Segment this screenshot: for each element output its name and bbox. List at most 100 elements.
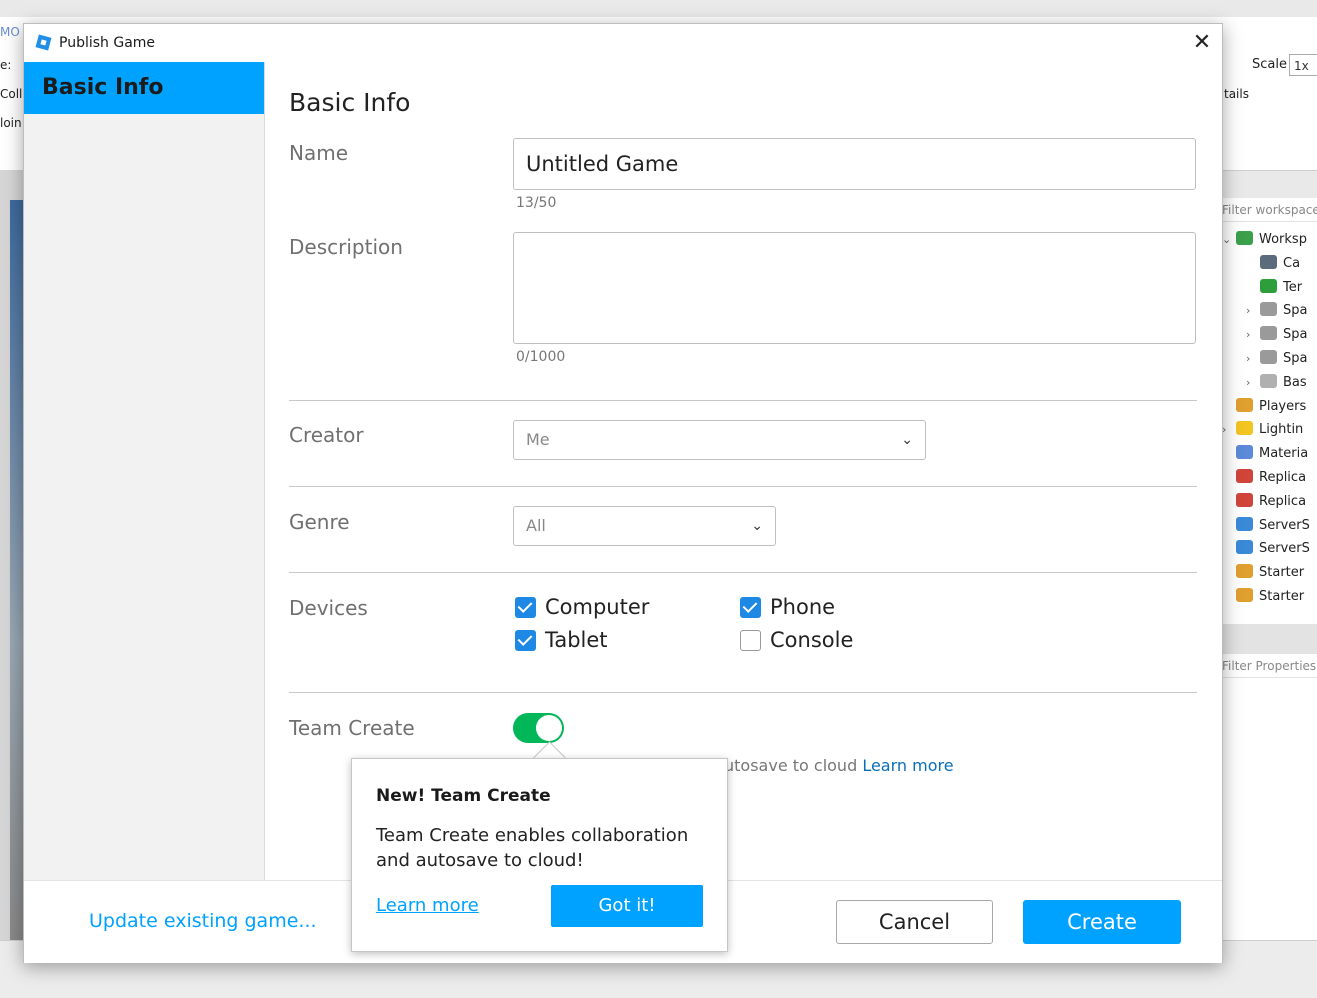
update-existing-game-link[interactable]: Update existing game... (89, 910, 317, 932)
studio-left-snippet: MO (0, 25, 20, 39)
chevron-down-icon: ⌄ (751, 518, 763, 534)
chevron-icon[interactable]: ⌄ (1222, 228, 1236, 251)
properties-header (1218, 624, 1317, 654)
checkbox[interactable] (740, 630, 761, 651)
explorer-item-label: Spa (1283, 303, 1308, 319)
name-label: Name (289, 141, 349, 165)
device-checkbox-computer[interactable]: Computer (515, 595, 715, 623)
close-icon[interactable]: ✕ (1189, 31, 1215, 57)
explorer-item-label: Replica (1259, 493, 1307, 509)
cancel-button[interactable]: Cancel (836, 900, 993, 944)
create-button[interactable]: Create (1023, 900, 1181, 944)
studio-left-snippet: e: (0, 58, 12, 72)
explorer-item-label: Spa (1283, 351, 1308, 366)
instance-icon (1236, 564, 1253, 579)
explorer-panel: ⌄ Worksp Ca Ter › Spa › Spa › Spa › Bas Players › Ligh… (1218, 198, 1317, 624)
chevron-icon[interactable]: › (1222, 418, 1236, 441)
toggle-knob (536, 715, 562, 741)
popover-learn-more-link[interactable]: Learn more (376, 895, 479, 916)
explorer-item-label: Replica (1259, 470, 1307, 485)
device-label: Phone (770, 595, 836, 619)
instance-icon (1260, 326, 1277, 341)
description-counter: 0/1000 (516, 349, 566, 365)
roblox-studio-icon (35, 34, 52, 51)
scale-input[interactable]: 1x (1289, 54, 1317, 76)
chevron-down-icon: ⌄ (901, 432, 913, 448)
explorer-item[interactable]: Ter (1246, 276, 1302, 299)
device-label: Console (770, 628, 854, 652)
name-input[interactable] (513, 138, 1196, 190)
sidebar-item-basic-info[interactable]: Basic Info (24, 62, 264, 114)
device-label: Computer (545, 595, 650, 619)
explorer-item[interactable]: › Lightin (1222, 418, 1303, 441)
explorer-item[interactable]: › Spa (1246, 323, 1307, 346)
chevron-icon[interactable]: › (1246, 299, 1260, 322)
genre-select[interactable]: All ⌄ (513, 506, 776, 546)
checkbox[interactable] (515, 597, 536, 618)
explorer-item-label: Materia (1259, 446, 1309, 462)
explorer-item-label: Players (1259, 398, 1307, 414)
properties-panel (1218, 678, 1317, 940)
description-input[interactable] (513, 232, 1196, 344)
explorer-item[interactable]: Replica (1222, 490, 1306, 513)
explorer-item[interactable]: Materia (1222, 442, 1308, 465)
instance-icon (1236, 540, 1253, 555)
studio-left-snippet: Colli (0, 87, 26, 101)
device-label: Tablet (545, 628, 608, 652)
creator-label: Creator (289, 423, 364, 447)
chevron-icon[interactable]: › (1246, 323, 1260, 346)
explorer-filter-input[interactable]: Filter workspace (1218, 198, 1317, 222)
explorer-item[interactable]: ServerS (1222, 537, 1310, 560)
devices-label: Devices (289, 596, 368, 620)
explorer-item[interactable]: › Spa (1246, 299, 1307, 322)
creator-select[interactable]: Me ⌄ (513, 420, 926, 460)
device-checkbox-console[interactable]: Console (740, 628, 940, 656)
learn-more-link[interactable]: Learn more (862, 756, 953, 775)
instance-icon (1236, 492, 1253, 507)
device-checkbox-tablet[interactable]: Tablet (515, 628, 715, 656)
genre-label: Genre (289, 510, 350, 534)
instance-icon (1236, 469, 1253, 483)
dialog-titlebar: Publish Game ✕ (24, 24, 1222, 62)
explorer-item-label: Ca (1283, 255, 1301, 271)
device-checkbox-phone[interactable]: Phone (740, 595, 940, 623)
instance-icon (1260, 350, 1277, 364)
properties-filter-input[interactable]: Filter Properties (1218, 654, 1317, 678)
team-create-toggle[interactable] (513, 713, 564, 743)
explorer-item[interactable]: Players (1222, 395, 1306, 418)
team-create-popover: New! Team Create Team Create enables col… (351, 758, 728, 952)
dialog-sidebar: Basic Info (24, 62, 265, 880)
explorer-item[interactable]: › Bas (1246, 371, 1307, 394)
checkbox[interactable] (515, 630, 536, 651)
section-heading: Basic Info (289, 88, 411, 117)
explorer-item[interactable]: Starter (1222, 585, 1304, 608)
instance-icon (1260, 278, 1277, 293)
studio-left-snippet: loin (0, 116, 22, 130)
checkbox[interactable] (740, 597, 761, 618)
explorer-item-label: Worksp (1259, 232, 1307, 247)
explorer-item[interactable]: Replica (1222, 466, 1306, 489)
divider (289, 400, 1197, 401)
explorer-item[interactable]: Ca (1246, 252, 1300, 275)
explorer-item-label: Ter (1283, 279, 1303, 295)
studio-viewport (10, 200, 24, 940)
got-it-button[interactable]: Got it! (551, 885, 703, 927)
publish-game-dialog: Publish Game ✕ Basic Info Basic Info Nam… (23, 23, 1223, 963)
explorer-item-label: ServerS (1259, 541, 1310, 557)
help-text: utosave to cloud (724, 756, 858, 775)
creator-select-value: Me (526, 430, 550, 449)
explorer-item-label: Lightin (1259, 422, 1304, 438)
details-label: tails (1224, 87, 1249, 101)
chevron-icon[interactable]: › (1246, 347, 1260, 370)
explorer-item[interactable]: Starter (1222, 561, 1304, 584)
team-create-help: utosave to cloud Learn more (724, 756, 954, 775)
team-create-label: Team Create (289, 716, 415, 740)
explorer-item[interactable]: ⌄ Worksp (1222, 228, 1307, 251)
genre-select-value: All (526, 516, 546, 535)
explorer-item[interactable]: ServerS (1222, 514, 1310, 537)
explorer-item[interactable]: › Spa (1246, 347, 1307, 370)
explorer-item-label: ServerS (1259, 517, 1310, 533)
chevron-icon[interactable]: › (1246, 371, 1260, 394)
explorer-item-label: Bas (1283, 374, 1307, 390)
instance-icon (1260, 302, 1277, 317)
